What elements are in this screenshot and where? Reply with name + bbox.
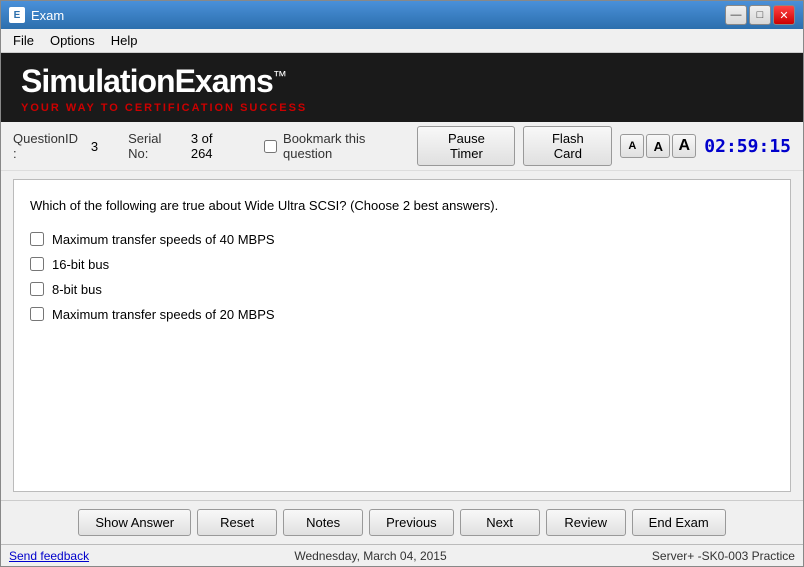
next-button[interactable]: Next [460,509,540,536]
answer-text-opt4: Maximum transfer speeds of 20 MBPS [52,307,275,322]
question-text: Which of the following are true about Wi… [30,196,774,216]
checkbox-opt2[interactable] [30,257,44,271]
bookmark-checkbox[interactable] [264,140,277,153]
pause-timer-button[interactable]: Pause Timer [417,126,515,166]
app-icon: E [9,7,25,23]
window-controls: — □ ✕ [725,5,795,25]
reset-button[interactable]: Reset [197,509,277,536]
font-size-controls: A A A [620,134,696,158]
info-right: Pause Timer Flash Card A A A 02:59:15 [417,126,791,166]
answer-option-2: 16-bit bus [30,257,774,272]
end-exam-button[interactable]: End Exam [632,509,726,536]
notes-button[interactable]: Notes [283,509,363,536]
show-answer-button[interactable]: Show Answer [78,509,191,536]
checkbox-opt3[interactable] [30,282,44,296]
menu-options[interactable]: Options [42,31,103,50]
answer-text-opt1: Maximum transfer speeds of 40 MBPS [52,232,275,247]
serial-label: Serial No: [128,131,185,161]
answer-option-3: 8-bit bus [30,282,774,297]
menu-file[interactable]: File [5,31,42,50]
checkbox-opt4[interactable] [30,307,44,321]
menu-help[interactable]: Help [103,31,146,50]
banner-subtitle: YOUR WAY TO CERTIFICATION SUCCESS [21,102,307,114]
checkbox-opt1[interactable] [30,232,44,246]
banner-title: SimulationExams™ [21,63,286,100]
question-area: Which of the following are true about Wi… [1,171,803,500]
menu-bar: File Options Help [1,29,803,53]
bottom-bar: Show Answer Reset Notes Previous Next Re… [1,500,803,544]
question-box: Which of the following are true about Wi… [13,179,791,492]
meta-bar: QuestionID : 3 Serial No: 3 of 264 Bookm… [1,122,803,171]
flash-card-button[interactable]: Flash Card [523,126,612,166]
main-window: E Exam — □ ✕ File Options Help Simulatio… [0,0,804,567]
status-bar: Send feedback Wednesday, March 04, 2015 … [1,544,803,566]
status-date: Wednesday, March 04, 2015 [294,549,446,563]
serial-value: 3 of 264 [191,131,238,161]
meta-left: QuestionID : 3 Serial No: 3 of 264 Bookm… [13,131,417,161]
answer-text-opt3: 8-bit bus [52,282,102,297]
font-large-button[interactable]: A [672,134,696,158]
minimize-button[interactable]: — [725,5,747,25]
answer-option-4: Maximum transfer speeds of 20 MBPS [30,307,774,322]
bookmark-label: Bookmark this question [283,131,417,161]
font-small-button[interactable]: A [620,134,644,158]
maximize-button[interactable]: □ [749,5,771,25]
answer-option-1: Maximum transfer speeds of 40 MBPS [30,232,774,247]
close-button[interactable]: ✕ [773,5,795,25]
window-title: Exam [31,8,725,23]
previous-button[interactable]: Previous [369,509,454,536]
question-id-row: QuestionID : 3 [13,131,98,161]
answer-text-opt2: 16-bit bus [52,257,109,272]
timer-display: 02:59:15 [704,136,791,157]
banner: SimulationExams™ YOUR WAY TO CERTIFICATI… [1,53,803,122]
question-id-value: 3 [91,139,98,154]
status-exam: Server+ -SK0-003 Practice [652,549,795,563]
review-button[interactable]: Review [546,509,626,536]
serial-row: Serial No: 3 of 264 Bookmark this questi… [128,131,417,161]
send-feedback-link[interactable]: Send feedback [9,549,89,563]
font-medium-button[interactable]: A [646,134,670,158]
question-id-label: QuestionID : [13,131,85,161]
title-bar: E Exam — □ ✕ [1,1,803,29]
